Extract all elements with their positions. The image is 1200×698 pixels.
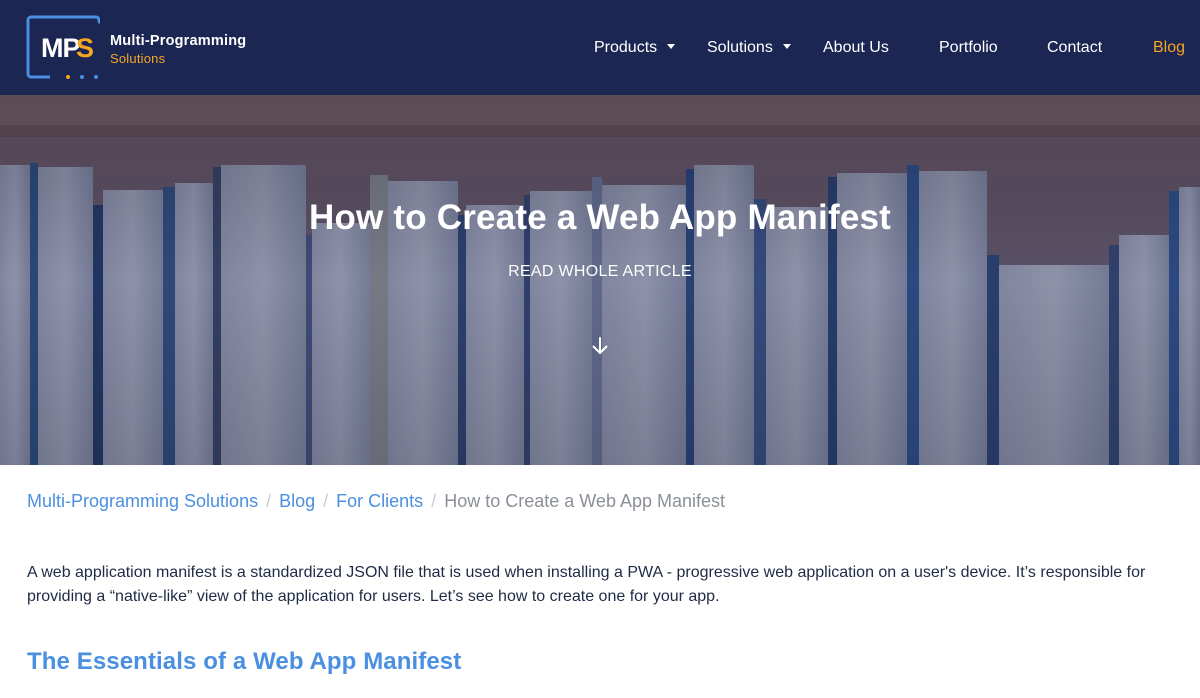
breadcrumb-separator: / <box>323 491 329 511</box>
section-heading: The Essentials of a Web App Manifest <box>27 648 462 675</box>
nav-item-label: Blog <box>1153 39 1186 56</box>
arrow-down-icon[interactable] <box>590 336 610 356</box>
nav-item-solutions[interactable]: Solutions <box>707 37 791 59</box>
breadcrumb-separator: / <box>431 491 437 511</box>
nav-item-label: Portfolio <box>939 39 998 56</box>
chevron-down-icon <box>782 44 791 49</box>
site-header: MP S Multi-Programming Solutions Product… <box>0 0 1200 95</box>
nav-item-label: Solutions <box>707 39 773 56</box>
nav-item-label: About Us <box>823 39 889 56</box>
hero-title: How to Create a Web App Manifest <box>308 198 892 237</box>
breadcrumb-separator: / <box>266 491 272 511</box>
hero-banner: How to Create a Web App Manifest READ WH… <box>0 95 1200 465</box>
nav-item-blog[interactable]: Blog <box>1153 37 1185 59</box>
read-whole-article-link[interactable]: READ WHOLE ARTICLE <box>500 263 700 281</box>
breadcrumb-current: How to Create a Web App Manifest <box>444 491 726 511</box>
breadcrumb-link-for-clients[interactable]: For Clients <box>336 491 423 511</box>
breadcrumb-link-blog[interactable]: Blog <box>279 491 315 511</box>
main-nav: Products Solutions About Us Portfolio Co… <box>0 37 1200 59</box>
article-intro: A web application manifest is a standard… <box>27 564 1146 605</box>
breadcrumb: Multi-Programming Solutions / Blog / For Cli… <box>27 490 725 512</box>
chevron-down-icon <box>667 44 676 49</box>
nav-item-products[interactable]: Products <box>594 37 676 59</box>
nav-item-about-us[interactable]: About Us <box>823 37 889 59</box>
nav-item-portfolio[interactable]: Portfolio <box>939 37 998 59</box>
nav-item-contact[interactable]: Contact <box>1047 37 1102 59</box>
nav-item-label: Products <box>594 39 658 56</box>
breadcrumb-link-home[interactable]: Multi-Programming Solutions <box>27 491 258 511</box>
nav-item-label: Contact <box>1047 39 1103 56</box>
